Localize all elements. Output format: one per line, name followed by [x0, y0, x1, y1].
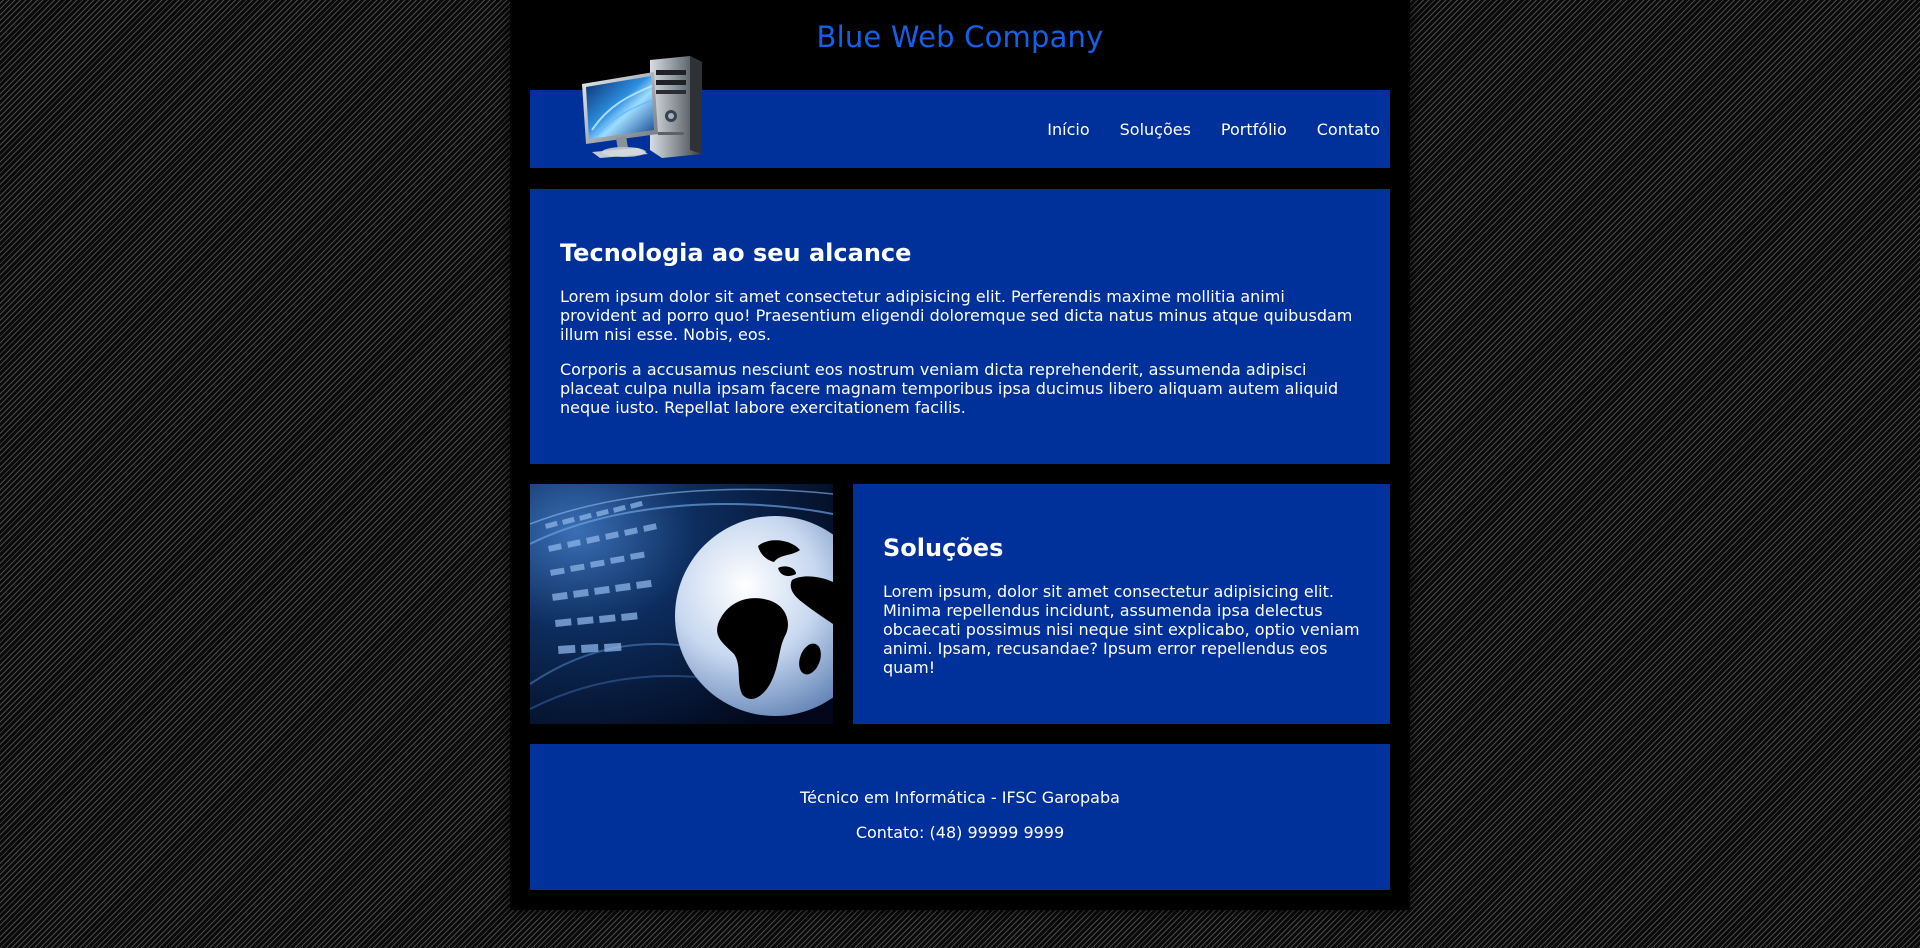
- footer-contact-text: Contato: (48) 99999 9999: [855, 823, 1065, 842]
- footer-course-text: Técnico em Informática - IFSC Garopaba: [800, 788, 1120, 807]
- solutions-heading: Soluções: [883, 534, 1004, 562]
- globe-keyboard-image: [530, 484, 833, 724]
- nav-link-inicio[interactable]: Início: [1047, 120, 1089, 139]
- main-nav: Início Soluções Portfólio Contato: [1047, 120, 1380, 139]
- nav-link-solucoes[interactable]: Soluções: [1120, 120, 1191, 139]
- footer: Técnico em Informática - IFSC Garopaba C…: [530, 744, 1390, 890]
- site-title: Blue Web Company: [816, 20, 1104, 54]
- nav-link-contato[interactable]: Contato: [1317, 120, 1380, 139]
- solutions-section: Soluções Lorem ipsum, dolor sit amet con…: [853, 484, 1390, 724]
- hero-section: Tecnologia ao seu alcance Lorem ipsum do…: [530, 189, 1390, 464]
- page-container: Blue Web Company Início Soluções Portfól…: [510, 0, 1410, 910]
- desktop-computer-icon: [582, 56, 702, 158]
- hero-heading: Tecnologia ao seu alcance: [560, 239, 912, 267]
- hero-paragraph-1: Lorem ipsum dolor sit amet consectetur a…: [560, 287, 1353, 344]
- hero-paragraph-2: Corporis a accusamus nesciunt eos nostru…: [560, 360, 1339, 417]
- nav-link-portfolio[interactable]: Portfólio: [1221, 120, 1287, 139]
- solutions-text: Lorem ipsum, dolor sit amet consectetur …: [883, 582, 1360, 677]
